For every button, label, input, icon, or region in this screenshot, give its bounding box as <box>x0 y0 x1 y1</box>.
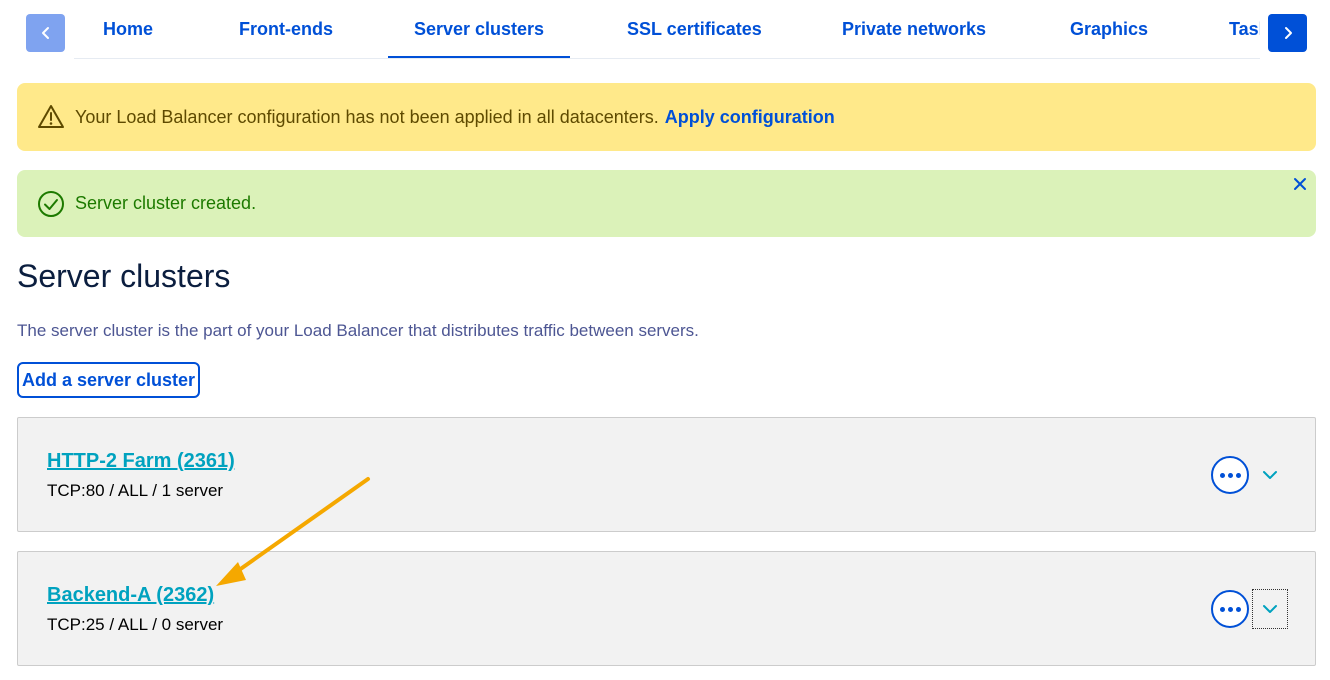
success-alert: Server cluster created. <box>17 170 1316 237</box>
cluster-actions-button[interactable] <box>1211 590 1249 628</box>
cluster-expand-button[interactable] <box>1252 589 1288 629</box>
chevron-left-icon <box>41 27 49 39</box>
more-dots-icon <box>1227 472 1233 478</box>
success-message: Server cluster created. <box>75 193 257 213</box>
chevron-down-icon <box>1263 471 1277 479</box>
chevron-right-icon <box>1284 27 1292 39</box>
cluster-meta: TCP:80 / ALL / 1 server <box>47 481 224 500</box>
tab-private-networks[interactable]: Private networks <box>842 0 986 58</box>
tab-bar: Home Front-ends Server clusters SSL cert… <box>0 0 1330 62</box>
more-dots-icon <box>1235 606 1241 612</box>
close-icon[interactable] <box>1292 176 1308 192</box>
tabs-next-button[interactable] <box>1268 14 1307 52</box>
warning-triangle-icon <box>38 105 64 128</box>
tab-front-ends[interactable]: Front-ends <box>239 0 333 58</box>
more-dots-icon <box>1219 472 1225 478</box>
tabs-list: Home Front-ends Server clusters SSL cert… <box>74 0 1260 59</box>
cluster-card: Backend-A (2362) TCP:25 / ALL / 0 server <box>17 551 1316 666</box>
cluster-title-link[interactable]: Backend-A (2362) <box>47 584 214 607</box>
tab-home[interactable]: Home <box>103 0 153 58</box>
tab-tasks[interactable]: Tasks <box>1229 0 1260 58</box>
add-server-cluster-button[interactable]: Add a server cluster <box>17 362 200 398</box>
check-circle-icon <box>38 190 64 217</box>
cluster-expand-button[interactable] <box>1252 455 1288 495</box>
cluster-actions-button[interactable] <box>1211 456 1249 494</box>
tabs-prev-button[interactable] <box>26 14 65 52</box>
more-dots-icon <box>1227 606 1233 612</box>
chevron-down-icon <box>1263 605 1277 613</box>
tab-graphics[interactable]: Graphics <box>1070 0 1148 58</box>
cluster-title-link[interactable]: HTTP-2 Farm (2361) <box>47 450 235 473</box>
page-title: Server clusters <box>17 258 231 294</box>
page-description: The server cluster is the part of your L… <box>17 321 699 340</box>
warning-message: Your Load Balancer configuration has not… <box>75 106 659 127</box>
more-dots-icon <box>1235 472 1241 478</box>
warning-alert: Your Load Balancer configuration has not… <box>17 83 1316 151</box>
tab-ssl-certificates[interactable]: SSL certificates <box>627 0 762 58</box>
more-dots-icon <box>1219 606 1225 612</box>
tab-server-clusters[interactable]: Server clusters <box>388 0 570 58</box>
cluster-card: HTTP-2 Farm (2361) TCP:80 / ALL / 1 serv… <box>17 417 1316 532</box>
apply-configuration-link[interactable]: Apply configuration <box>665 107 835 128</box>
cluster-meta: TCP:25 / ALL / 0 server <box>47 615 224 634</box>
